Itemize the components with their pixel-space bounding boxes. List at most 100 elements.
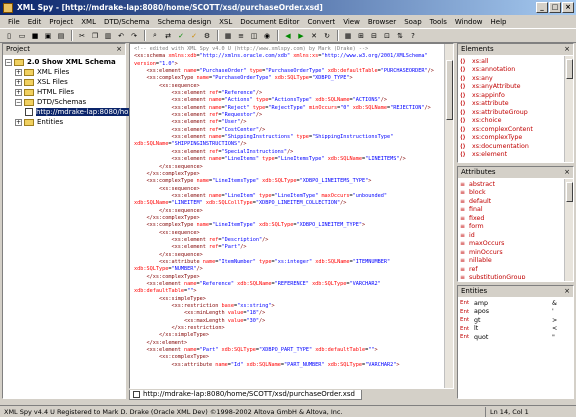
element-list-item[interactable]: ⟨⟩ xs:documentation [460, 142, 563, 151]
tree-item[interactable]: − 2.0 Show XML Schema [5, 57, 123, 67]
help-icon[interactable]: ? [407, 30, 419, 41]
element-list-item[interactable]: ⟨⟩ xs:complexType [460, 134, 563, 143]
close-icon[interactable]: × [564, 286, 570, 297]
code-line[interactable]: </xs:sequence> [134, 208, 443, 215]
add-child-icon[interactable]: ⊡ [381, 30, 393, 41]
menu-item-schema-design[interactable]: Schema design [154, 18, 216, 26]
schema-view-icon[interactable]: ◫ [248, 30, 260, 41]
code-line[interactable]: <xs:restriction base="xs:string"> [134, 303, 443, 310]
code-line[interactable]: xdb:SQLName="LINEITEM" xdb:SQLCollType="… [134, 200, 443, 207]
code-line[interactable]: xdb:SQLType="NUMBER"/> [134, 266, 443, 273]
attribute-list-item[interactable]: ≡ abstract [460, 180, 563, 189]
code-line[interactable]: <xs:attribute name="Id" xdb:SQLName="PAR… [134, 362, 443, 369]
code-line[interactable]: </xs:sequence> [134, 252, 443, 259]
table-icon[interactable]: ▦ [342, 30, 354, 41]
code-line[interactable]: </xs:element> [134, 340, 443, 347]
menu-item-convert[interactable]: Convert [304, 18, 340, 26]
tree-item[interactable]: + Entities [5, 117, 123, 127]
element-list-item[interactable]: ⟨⟩ xs:element [460, 151, 563, 160]
code-line[interactable]: <xs:simpleType> [134, 296, 443, 303]
menu-item-xsl[interactable]: XSL [215, 18, 236, 26]
code-line[interactable]: <xs:element name="Reject" type="RejectTy… [134, 105, 443, 112]
code-line[interactable]: <xs:sequence> [134, 186, 443, 193]
menu-item-window[interactable]: Window [451, 18, 487, 26]
code-line[interactable]: <xs:element ref="User"/> [134, 119, 443, 126]
back-icon[interactable]: ◀ [282, 30, 294, 41]
close-icon[interactable]: × [116, 44, 122, 55]
entity-list-item[interactable]: Ent quot " [460, 333, 563, 342]
code-line[interactable]: <xs:complexType> [134, 354, 443, 361]
code-line[interactable]: <xs:element name="Reference" xdb:SQLName… [134, 281, 443, 288]
code-line[interactable]: <xs:sequence> [134, 230, 443, 237]
code-line[interactable]: <xs:complexType name="LineItemType" xdb:… [134, 222, 443, 229]
code-line[interactable]: <xs:minLength value="18"/> [134, 310, 443, 317]
undo-icon[interactable]: ↶ [115, 30, 127, 41]
paste-icon[interactable]: ▥ [102, 30, 114, 41]
code-line[interactable]: <xs:element name="Part" xdb:SQLType="XDB… [134, 347, 443, 354]
code-line[interactable]: <xs:complexType name="LineItemsType" xdb… [134, 178, 443, 185]
elements-scrollbar[interactable] [564, 56, 573, 162]
element-list-item[interactable]: ⟨⟩ xs:choice [460, 117, 563, 126]
code-line[interactable]: </xs:sequence> [134, 164, 443, 171]
code-line[interactable]: </xs:complexType> [134, 274, 443, 281]
sort-icon[interactable]: ⇅ [394, 30, 406, 41]
attribute-list-item[interactable]: ≡ form [460, 223, 563, 232]
code-line[interactable]: <xs:element name="ShippingInstructions" … [134, 134, 443, 141]
validate-icon[interactable]: ✓ [175, 30, 187, 41]
find-icon[interactable]: ⌕ [149, 30, 161, 41]
close-button[interactable]: × [562, 2, 574, 13]
open-folder-icon[interactable]: ▭ [16, 30, 28, 41]
entity-list-item[interactable]: Ent lt < [460, 325, 563, 334]
redo-icon[interactable]: ↷ [128, 30, 140, 41]
well-formed-icon[interactable]: ✓ [188, 30, 200, 41]
copy-icon[interactable]: ❐ [89, 30, 101, 41]
scrollbar-thumb[interactable] [566, 182, 573, 202]
element-list-item[interactable]: ⟨⟩ xs:annotation [460, 66, 563, 75]
menu-item-xml[interactable]: XML [77, 18, 100, 26]
element-list-item[interactable]: ⟨⟩ xs:all [460, 57, 563, 66]
tree-item[interactable]: + XSL Files [5, 77, 123, 87]
menu-item-tools[interactable]: Tools [426, 18, 451, 26]
expand-toggle-icon[interactable]: − [5, 58, 12, 66]
forward-icon[interactable]: ▶ [295, 30, 307, 41]
attribute-list-item[interactable]: ≡ ref [460, 265, 563, 274]
minimize-button[interactable]: _ [536, 2, 548, 13]
attribute-list-item[interactable]: ≡ maxOccurs [460, 240, 563, 249]
expand-toggle-icon[interactable]: − [15, 98, 22, 106]
maximize-button[interactable]: □ [549, 2, 561, 13]
expand-toggle-icon[interactable]: + [15, 78, 22, 86]
expand-toggle-icon[interactable]: + [15, 68, 22, 76]
entity-list-item[interactable]: Ent apos ' [460, 308, 563, 317]
attribute-list-item[interactable]: ≡ minOccurs [460, 248, 563, 257]
code-line[interactable]: <xs:element ref="Description"/> [134, 237, 443, 244]
insert-icon[interactable]: ⊞ [355, 30, 367, 41]
text-view-icon[interactable]: ≡ [235, 30, 247, 41]
tree-item[interactable]: http://mdrake-lap:8080/home/... [5, 107, 149, 117]
scrollbar-thumb[interactable] [566, 59, 573, 79]
scrollbar-thumb[interactable] [446, 60, 453, 120]
attribute-list-item[interactable]: ≡ nillable [460, 257, 563, 266]
save-all-icon[interactable]: ▣ [42, 30, 54, 41]
new-file-icon[interactable]: ▯ [3, 30, 15, 41]
code-line[interactable]: </xs:restriction> [134, 325, 443, 332]
code-line[interactable]: <xs:element ref="Reference"/> [134, 90, 443, 97]
code-line[interactable]: <xs:element ref="SpecialInstructions"/> [134, 149, 443, 156]
menu-item-browser[interactable]: Browser [364, 18, 400, 26]
element-list-item[interactable]: ⟨⟩ xs:any [460, 74, 563, 83]
menu-item-edit[interactable]: Edit [24, 18, 46, 26]
code-line[interactable]: <!-- edited with XML Spy v4.0 U (http://… [134, 46, 443, 53]
code-line[interactable]: <xs:element ref="Part"/> [134, 244, 443, 251]
replace-icon[interactable]: ⇄ [162, 30, 174, 41]
attribute-list-item[interactable]: ≡ substitutionGroup [460, 274, 563, 279]
attribute-list-item[interactable]: ≡ final [460, 206, 563, 215]
attribute-list-item[interactable]: ≡ block [460, 189, 563, 198]
attribute-list-item[interactable]: ≡ id [460, 231, 563, 240]
browser-view-icon[interactable]: ◉ [261, 30, 273, 41]
menu-item-dtd-schema[interactable]: DTD/Schema [100, 18, 154, 26]
close-icon[interactable]: × [564, 44, 570, 55]
expand-toggle-icon[interactable]: + [15, 118, 22, 126]
code-line[interactable]: <xs:element name="LineItem" type="LineIt… [134, 193, 443, 200]
xml-source-text[interactable]: <!-- edited with XML Spy v4.0 U (http://… [134, 46, 443, 369]
code-line[interactable]: </xs:simpleType> [134, 332, 443, 339]
menu-item-file[interactable]: File [4, 18, 24, 26]
